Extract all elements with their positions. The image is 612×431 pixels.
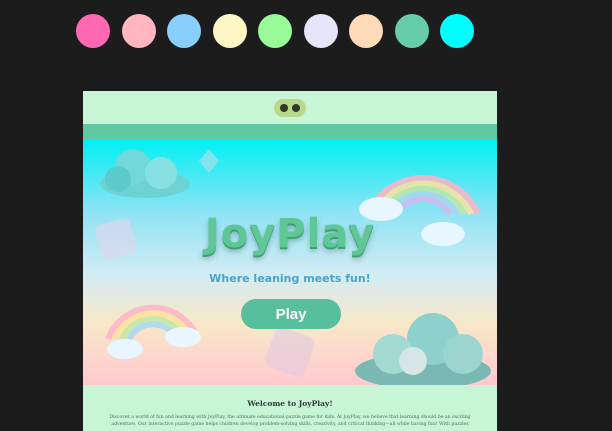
content-section: Welcome to JoyPlay! Discover a world of … bbox=[83, 385, 497, 428]
block-icon bbox=[265, 327, 315, 377]
cloud-top-left-icon bbox=[100, 149, 190, 198]
hero-banner: JoyPlay Where leaning meets fun! Play bbox=[83, 139, 497, 385]
swatch-lavender[interactable] bbox=[303, 14, 338, 48]
welcome-heading: Welcome to JoyPlay! bbox=[247, 399, 333, 408]
eyes-logo-icon bbox=[274, 98, 306, 117]
color-palette bbox=[76, 14, 474, 50]
swatch-cyan[interactable] bbox=[440, 14, 474, 48]
swatch-sky-blue[interactable] bbox=[167, 14, 201, 48]
play-button[interactable]: Play bbox=[241, 299, 341, 329]
header-stripe bbox=[83, 124, 497, 139]
swatch-peach[interactable] bbox=[349, 14, 383, 48]
welcome-description: Discover a world of fun and learning wit… bbox=[109, 415, 471, 427]
top-bar bbox=[83, 91, 497, 124]
hero-illustration bbox=[95, 149, 491, 385]
cloud-bottom-right-icon bbox=[355, 313, 491, 385]
swatch-pink[interactable] bbox=[76, 14, 110, 48]
sparkle-icon bbox=[199, 149, 219, 173]
swatch-light-pink[interactable] bbox=[121, 14, 156, 48]
swatch-aquamarine[interactable] bbox=[394, 14, 429, 48]
hero-title: JoyPlay bbox=[204, 211, 376, 257]
page-preview: JoyPlay Where leaning meets fun! Play We… bbox=[83, 91, 497, 431]
hero-tagline: Where leaning meets fun! bbox=[209, 272, 371, 285]
swatch-cream[interactable] bbox=[212, 14, 247, 48]
swatch-pale-green[interactable] bbox=[258, 14, 292, 48]
